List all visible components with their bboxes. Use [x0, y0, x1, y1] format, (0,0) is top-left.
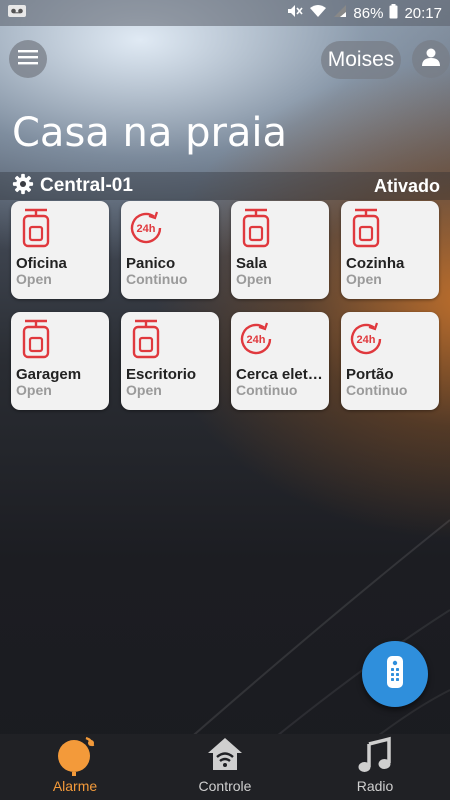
music-note-icon: [358, 736, 391, 772]
mute-icon: [287, 4, 304, 22]
page-title: Casa na praia: [12, 110, 288, 156]
pir-sensor-icon: [132, 319, 160, 359]
nav-radio-label: Radio: [356, 778, 394, 794]
nav-radio[interactable]: Radio: [300, 734, 450, 800]
user-name-button[interactable]: Moises: [321, 41, 401, 79]
zone-tile[interactable]: Cozinha Open: [341, 201, 439, 299]
status-bar: 86% 20:17: [0, 0, 450, 26]
home-wifi-icon: [208, 738, 242, 770]
zone-state: Open: [16, 271, 52, 287]
zone-name: Oficina: [16, 255, 67, 272]
24h-icon: 24h: [240, 322, 272, 355]
svg-text:24h: 24h: [137, 223, 156, 235]
zone-state: Open: [16, 382, 52, 398]
svg-text:24h: 24h: [357, 334, 376, 346]
gear-icon[interactable]: [12, 173, 34, 200]
zone-state: Open: [236, 271, 272, 287]
zone-state: Continuo: [126, 271, 188, 287]
remote-control-icon: [384, 655, 406, 694]
nav-alarm[interactable]: Alarme: [0, 734, 150, 800]
nav-alarm-label: Alarme: [52, 778, 98, 794]
zone-name: Escritorio: [126, 366, 197, 383]
zone-tile[interactable]: 24h Panico Continuo: [121, 201, 219, 299]
zone-tile[interactable]: Garagem Open: [11, 312, 109, 410]
pir-sensor-icon: [242, 208, 270, 248]
zone-name: Portão: [346, 366, 394, 383]
zone-name: Garagem: [16, 366, 82, 383]
24h-icon: 24h: [130, 211, 162, 244]
pir-sensor-icon: [352, 208, 380, 248]
hamburger-icon: [18, 49, 38, 70]
zone-tile[interactable]: 24h Portão Continuo: [341, 312, 439, 410]
wifi-icon: [309, 4, 327, 22]
zone-grid: Oficina Open 24h Panico Continuo Sala Op…: [11, 201, 441, 410]
clock: 20:17: [404, 4, 442, 22]
pir-sensor-icon: [22, 319, 50, 359]
central-header: Central-01 Ativado: [0, 172, 450, 200]
zone-state: Open: [346, 271, 382, 287]
battery-icon: [389, 3, 398, 23]
voicemail-icon: [8, 4, 26, 22]
menu-button[interactable]: [9, 40, 47, 78]
user-name: Moises: [327, 48, 395, 71]
signal-icon: [333, 4, 347, 22]
alarm-bell-icon: [58, 736, 95, 776]
24h-icon: 24h: [350, 322, 382, 355]
zone-tile[interactable]: Sala Open: [231, 201, 329, 299]
zone-name: Panico: [126, 255, 176, 272]
person-icon: [421, 47, 441, 72]
nav-control[interactable]: Controle: [150, 734, 300, 800]
nav-control-label: Controle: [198, 778, 252, 794]
zone-name: Cerca eletrica: [236, 366, 326, 383]
zone-tile[interactable]: 24h Cerca eletrica Continuo: [231, 312, 329, 410]
battery-percent: 86%: [353, 4, 384, 22]
svg-text:24h: 24h: [247, 334, 266, 346]
zone-name: Cozinha: [346, 255, 405, 272]
pir-sensor-icon: [22, 208, 50, 248]
zone-state: Open: [126, 382, 162, 398]
central-name: Central-01: [40, 175, 133, 196]
zone-tile[interactable]: Escritorio Open: [121, 312, 219, 410]
zone-state: Continuo: [346, 382, 408, 398]
zone-name: Sala: [236, 255, 267, 272]
central-status: Ativado: [373, 175, 440, 196]
profile-button[interactable]: [412, 40, 450, 78]
bottom-navigation: Alarme Controle Radio: [0, 734, 450, 800]
zone-tile[interactable]: Oficina Open: [11, 201, 109, 299]
zone-state: Continuo: [236, 382, 298, 398]
remote-control-fab[interactable]: [362, 641, 428, 707]
